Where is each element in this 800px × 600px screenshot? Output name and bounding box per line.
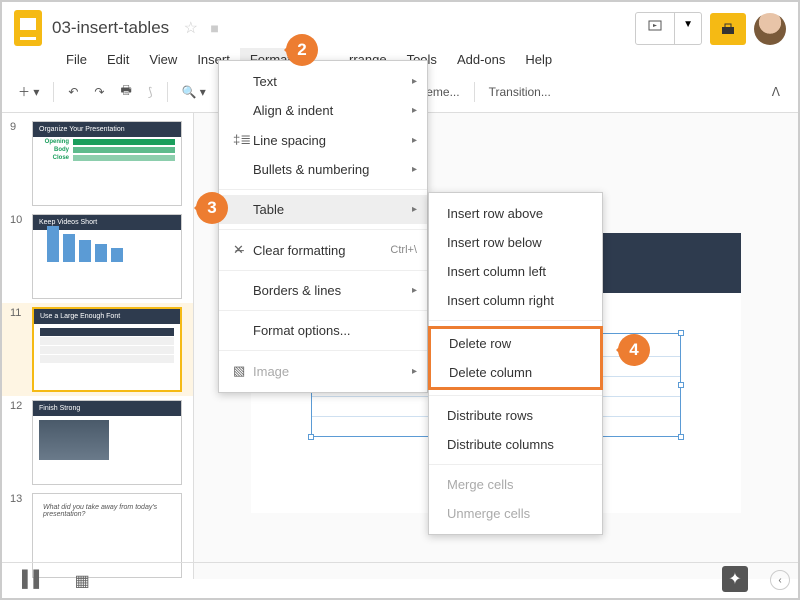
- scroll-left-icon[interactable]: ‹: [770, 570, 790, 590]
- submenu-insert-col-right[interactable]: Insert column right: [429, 286, 602, 315]
- slide-number: 12: [10, 400, 26, 485]
- print-button[interactable]: 🖶: [114, 77, 137, 106]
- filmstrip-view-icon[interactable]: ▌▌: [22, 571, 45, 591]
- slide-panel[interactable]: 9 Organize Your Presentation Opening Bod…: [2, 113, 194, 579]
- menu-item-table[interactable]: Table▸: [219, 195, 427, 224]
- submenu-insert-row-above[interactable]: Insert row above: [429, 199, 602, 228]
- undo-button[interactable]: ↶: [62, 81, 84, 103]
- slide-thumbnail-12[interactable]: Finish Strong: [32, 400, 182, 485]
- menu-item-image: ▧Image▸: [219, 356, 427, 386]
- thumb-title: Finish Strong: [33, 401, 181, 416]
- menu-edit[interactable]: Edit: [97, 48, 139, 71]
- thumb-title: Organize Your Presentation: [33, 122, 181, 137]
- grid-view-icon[interactable]: ▦: [75, 571, 90, 591]
- menu-item-text[interactable]: Text▸: [219, 67, 427, 96]
- slide-thumbnail-10[interactable]: Keep Videos Short: [32, 214, 182, 299]
- submenu-distribute-cols[interactable]: Distribute columns: [429, 430, 602, 459]
- callout-4: 4: [618, 334, 650, 366]
- slide-number: 9: [10, 121, 26, 206]
- submenu-insert-row-below[interactable]: Insert row below: [429, 228, 602, 257]
- menu-item-clear-formatting[interactable]: ✕̶Clear formattingCtrl+\: [219, 235, 427, 265]
- toolbar-expand-icon[interactable]: ᐱ: [764, 81, 788, 103]
- present-dropdown[interactable]: ▼: [675, 13, 701, 44]
- app-logo[interactable]: [14, 10, 42, 46]
- menu-file[interactable]: File: [56, 48, 97, 71]
- transition-button[interactable]: Transition...: [483, 81, 557, 103]
- folder-icon[interactable]: ■: [210, 20, 218, 36]
- share-button[interactable]: [710, 13, 746, 45]
- redo-button[interactable]: ↷: [88, 81, 110, 103]
- menu-item-format-options[interactable]: Format options...: [219, 316, 427, 345]
- submenu-delete-row[interactable]: Delete row: [431, 329, 600, 358]
- slide-thumbnail-9[interactable]: Organize Your Presentation Opening Body …: [32, 121, 182, 206]
- thumb-text: What did you take away from today's pres…: [33, 494, 181, 528]
- submenu-delete-col[interactable]: Delete column: [431, 358, 600, 387]
- submenu-unmerge-cells: Unmerge cells: [429, 499, 602, 528]
- menu-item-align[interactable]: Align & indent▸: [219, 96, 427, 125]
- submenu-insert-col-left[interactable]: Insert column left: [429, 257, 602, 286]
- paint-format-button[interactable]: ⟆: [142, 81, 159, 103]
- menu-item-bullets[interactable]: Bullets & numbering▸: [219, 155, 427, 184]
- callout-2: 2: [286, 34, 318, 66]
- slide-number: 11: [10, 307, 26, 392]
- menu-view[interactable]: View: [139, 48, 187, 71]
- slide-number: 10: [10, 214, 26, 299]
- zoom-button[interactable]: 🔍 ▾: [176, 81, 212, 103]
- table-submenu: Insert row above Insert row below Insert…: [428, 192, 603, 535]
- slide-thumbnail-11[interactable]: Use a Large Enough Font: [32, 307, 182, 392]
- thumb-title: Use a Large Enough Font: [34, 309, 180, 324]
- menu-item-borders[interactable]: Borders & lines▸: [219, 276, 427, 305]
- callout-3: 3: [196, 192, 228, 224]
- new-slide-button[interactable]: ＋ ▾: [12, 79, 45, 104]
- present-button[interactable]: [636, 13, 675, 44]
- star-icon[interactable]: ☆: [184, 20, 198, 37]
- menu-help[interactable]: Help: [515, 48, 562, 71]
- explore-button[interactable]: ✦: [722, 566, 748, 592]
- submenu-merge-cells: Merge cells: [429, 470, 602, 499]
- format-menu-dropdown: Text▸ Align & indent▸ ‡≣Line spacing▸ Bu…: [218, 60, 428, 393]
- menu-addons[interactable]: Add-ons: [447, 48, 515, 71]
- submenu-distribute-rows[interactable]: Distribute rows: [429, 401, 602, 430]
- menu-item-line-spacing[interactable]: ‡≣Line spacing▸: [219, 125, 427, 155]
- user-avatar[interactable]: [754, 13, 786, 45]
- document-title[interactable]: 03-insert-tables: [52, 18, 169, 37]
